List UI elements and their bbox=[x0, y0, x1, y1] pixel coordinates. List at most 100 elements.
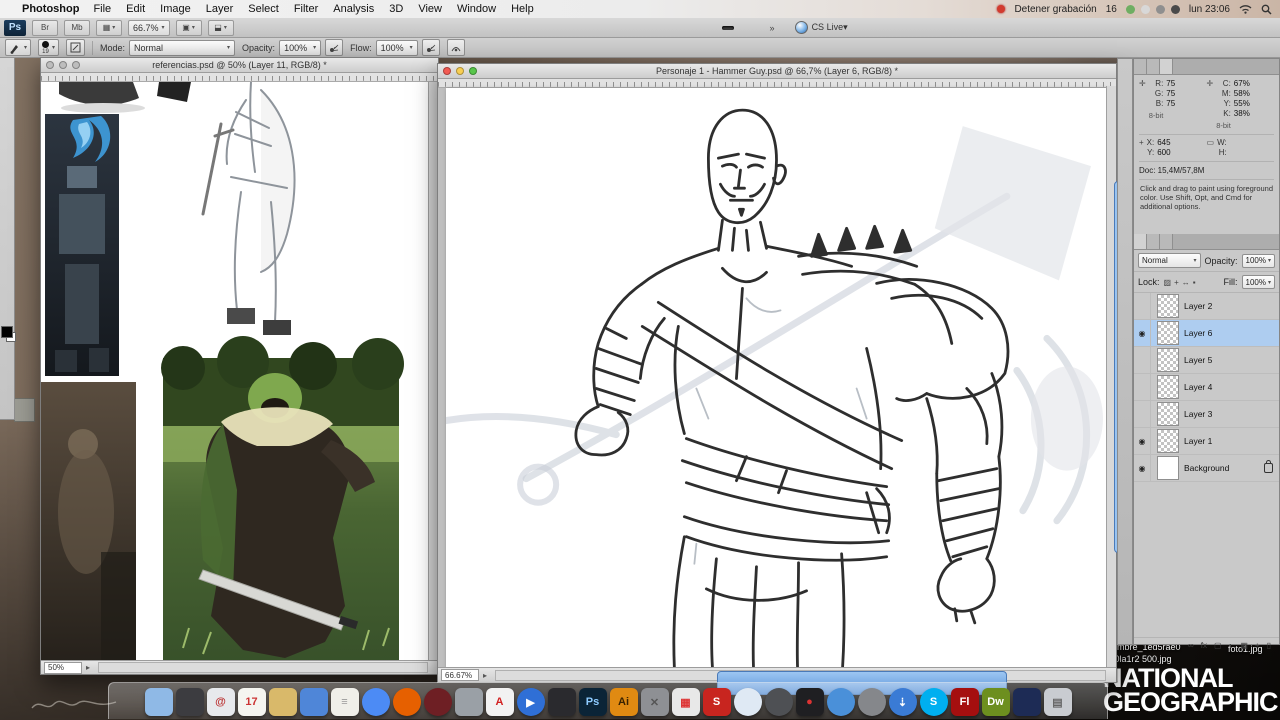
layer-name[interactable]: Layer 4 bbox=[1184, 382, 1279, 392]
dock-icon-office[interactable]: ▦ bbox=[672, 688, 700, 716]
menu-item[interactable]: Select bbox=[248, 3, 279, 15]
layers-footer-button[interactable]: ◐ bbox=[1229, 641, 1234, 650]
menu-item[interactable]: View bbox=[418, 3, 442, 15]
dock-icon-folder[interactable] bbox=[269, 688, 297, 716]
lock-button[interactable]: + bbox=[1174, 278, 1179, 287]
dock-icon-app-navy[interactable] bbox=[1013, 688, 1041, 716]
layers-footer-button[interactable]: ▦ bbox=[1240, 641, 1248, 650]
layer-row-background[interactable]: ◉ Background bbox=[1134, 455, 1279, 482]
dock-icon-recorder[interactable]: ● bbox=[796, 688, 824, 716]
layer-thumbnail[interactable] bbox=[1157, 402, 1179, 426]
dock-icon-skype[interactable]: S bbox=[920, 688, 948, 716]
menu-item[interactable]: Image bbox=[160, 3, 191, 15]
dock-icon-firefox[interactable] bbox=[393, 688, 421, 716]
cs-live-button[interactable]: CS Live▾ bbox=[795, 21, 848, 34]
doc-left-canvas[interactable] bbox=[41, 82, 438, 662]
layer-row-layer-3[interactable]: ◉ Layer 3 bbox=[1134, 401, 1279, 428]
layer-row-layer-2[interactable]: ◉ Layer 2 bbox=[1134, 293, 1279, 320]
layer-name[interactable]: Background bbox=[1184, 463, 1264, 473]
tool-healing-brush[interactable] bbox=[1, 145, 14, 159]
dock-icon-stack[interactable]: ▤ bbox=[1044, 688, 1072, 716]
doc-left-zoom-field[interactable]: 50% bbox=[44, 662, 82, 674]
tool-shape[interactable] bbox=[1, 299, 14, 313]
tool-dodge[interactable] bbox=[1, 243, 14, 257]
visibility-toggle[interactable]: ◉ bbox=[1134, 374, 1151, 400]
dock-icon-dreamweaver[interactable]: Dw bbox=[982, 688, 1010, 716]
layer-name[interactable]: Layer 6 bbox=[1184, 328, 1279, 338]
tool-marquee[interactable] bbox=[1, 75, 14, 89]
tool-pen[interactable] bbox=[1, 257, 14, 271]
menu-item[interactable]: Filter bbox=[294, 3, 318, 15]
canvas[interactable] bbox=[446, 88, 1107, 669]
layer-thumbnail[interactable] bbox=[1157, 348, 1179, 372]
layer-fill-select[interactable]: 100% ▾ bbox=[1242, 275, 1275, 289]
tool-brush[interactable] bbox=[1, 159, 14, 173]
dock-icon-chrome[interactable] bbox=[362, 688, 390, 716]
dock-icon-app-gray[interactable]: ✕ bbox=[641, 688, 669, 716]
status-arrow-icon[interactable]: ▸ bbox=[483, 671, 487, 680]
blend-mode-select[interactable]: Normal ▾ bbox=[129, 40, 235, 56]
layers-footer-button[interactable]: ▯ bbox=[1267, 641, 1271, 650]
status-icon-status-light[interactable] bbox=[1141, 5, 1150, 14]
tool-hand[interactable] bbox=[1, 313, 14, 327]
visibility-toggle[interactable]: ◉ bbox=[1134, 293, 1151, 319]
tool-gradient[interactable] bbox=[1, 215, 14, 229]
menu-item[interactable]: Window bbox=[457, 3, 496, 15]
panel-tab-histogram[interactable] bbox=[1147, 59, 1160, 74]
tool-move[interactable] bbox=[1, 61, 14, 75]
layer-row-layer-4[interactable]: ◉ Layer 4 bbox=[1134, 374, 1279, 401]
dock-icon-flash[interactable]: Fl bbox=[951, 688, 979, 716]
airbrush-flow-button[interactable] bbox=[422, 39, 440, 56]
layer-thumbnail[interactable] bbox=[1157, 429, 1179, 453]
dock-icon-photoshop[interactable]: Ps bbox=[579, 688, 607, 716]
flow-select[interactable]: 100% ▾ bbox=[376, 40, 418, 56]
layer-thumbnail[interactable] bbox=[1157, 294, 1179, 318]
panel-tab-layers[interactable] bbox=[1134, 234, 1147, 249]
doc-left-horizontal-scrollbar[interactable] bbox=[98, 662, 428, 673]
view-extras-button[interactable]: ▦▾ bbox=[96, 20, 122, 36]
dock-icon-adobe-reader[interactable]: A bbox=[486, 688, 514, 716]
dock-icon-bag[interactable] bbox=[548, 688, 576, 716]
arrange-documents-button[interactable]: ▣▾ bbox=[176, 20, 202, 36]
visibility-toggle[interactable]: ◉ bbox=[1134, 347, 1151, 373]
brush-preset-picker[interactable]: 19 ▾ bbox=[38, 39, 59, 56]
app-menu-title[interactable]: Photoshop bbox=[22, 3, 79, 15]
dock-icon-quicktime[interactable]: ▶ bbox=[517, 688, 545, 716]
dock-icon-safari[interactable] bbox=[734, 688, 762, 716]
tool-clone-stamp[interactable] bbox=[1, 173, 14, 187]
menu-item[interactable]: Layer bbox=[206, 3, 234, 15]
layer-row-layer-5[interactable]: ◉ Layer 5 bbox=[1134, 347, 1279, 374]
status-arrow-icon[interactable]: ▸ bbox=[86, 663, 90, 672]
dock-icon-photo-booth[interactable] bbox=[858, 688, 886, 716]
panel-tab-paths[interactable] bbox=[1160, 234, 1173, 249]
doc-left-titlebar[interactable]: referencias.psd @ 50% (Layer 11, RGB/8) … bbox=[41, 58, 438, 73]
tool-eyedropper[interactable] bbox=[1, 131, 14, 145]
dock-icon-ichat[interactable] bbox=[300, 688, 328, 716]
visibility-toggle[interactable]: ◉ bbox=[1134, 428, 1151, 454]
menu-item[interactable]: Analysis bbox=[333, 3, 374, 15]
toggle-brush-panel-button[interactable] bbox=[66, 39, 85, 56]
layer-name[interactable]: Layer 5 bbox=[1184, 355, 1279, 365]
panel-tab-channels[interactable] bbox=[1147, 234, 1160, 249]
layer-opacity-select[interactable]: 100% ▾ bbox=[1242, 254, 1275, 268]
layers-footer-button[interactable]: ▢ bbox=[1214, 641, 1222, 650]
workspace-painting[interactable] bbox=[744, 26, 756, 30]
doc-right-horizontal-scrollbar[interactable] bbox=[495, 670, 1106, 681]
layers-footer-button[interactable]: ∞ bbox=[1188, 641, 1194, 650]
doc-right-canvas-area[interactable] bbox=[438, 88, 1116, 669]
layer-row-layer-6[interactable]: ◉ Layer 6 bbox=[1134, 320, 1279, 347]
tool-preset-picker[interactable]: ▾ bbox=[5, 39, 31, 56]
tool-path-selection[interactable] bbox=[1, 285, 14, 299]
layer-blend-mode-select[interactable]: Normal ▾ bbox=[1138, 253, 1201, 268]
tool-blur[interactable] bbox=[1, 229, 14, 243]
menubar-clock[interactable]: lun 23:06 bbox=[1189, 4, 1230, 15]
visibility-toggle[interactable]: ◉ bbox=[1134, 401, 1151, 427]
menu-item[interactable]: File bbox=[93, 3, 111, 15]
workspace-overflow-button[interactable]: » bbox=[770, 23, 775, 33]
tool-type[interactable] bbox=[1, 271, 14, 285]
workspace-essentials[interactable] bbox=[700, 26, 712, 30]
dock-icon-app-dark-circle[interactable] bbox=[765, 688, 793, 716]
lock-button[interactable]: ▨ bbox=[1164, 278, 1172, 287]
layer-thumbnail[interactable] bbox=[1157, 375, 1179, 399]
layers-footer-button[interactable]: fx bbox=[1201, 641, 1207, 650]
